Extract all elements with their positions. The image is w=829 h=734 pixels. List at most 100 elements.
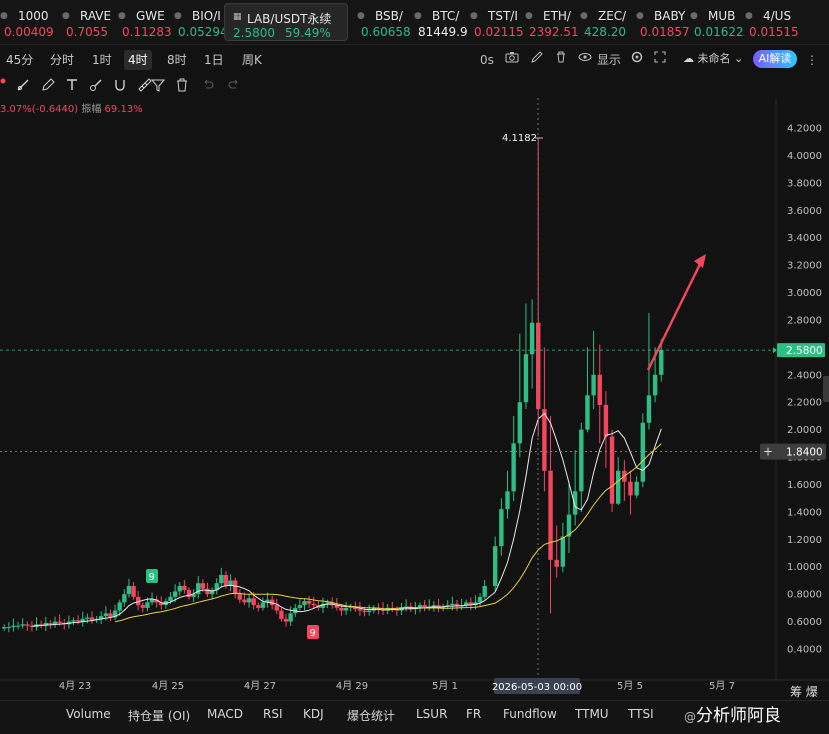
sequence-marker: 9 xyxy=(149,572,155,583)
candle-body xyxy=(25,624,30,626)
ticker-item[interactable]: ● RAVE 0.7055 xyxy=(62,3,117,41)
indicator-tab[interactable]: TTSI xyxy=(628,707,654,721)
candle-body xyxy=(477,596,483,603)
watermark-text: 分析师阿良 xyxy=(696,706,781,726)
trash-icon[interactable] xyxy=(174,77,190,93)
indicator-tab[interactable]: 爆仓统计 xyxy=(347,707,395,724)
ticker-name: RAVE xyxy=(80,9,112,23)
ai-analysis-button[interactable]: AI解读 xyxy=(753,50,797,68)
star-icon[interactable]: ● xyxy=(580,11,588,21)
interval-tab[interactable]: 8时 xyxy=(163,50,191,70)
fullscreen-icon[interactable] xyxy=(653,50,667,70)
indicator-tab[interactable]: Fundflow xyxy=(503,707,557,721)
y-tick-label: 2.2000 xyxy=(787,398,822,409)
ticker-item[interactable]: ● ZEC/428.20 xyxy=(580,3,634,41)
y-tick-label: 1.6000 xyxy=(787,480,822,491)
text-tool-icon[interactable] xyxy=(64,77,80,93)
drawing-toolbar xyxy=(0,74,829,98)
edit-icon[interactable] xyxy=(530,50,544,70)
ticker-price: 0.00409 xyxy=(4,25,54,39)
star-icon[interactable]: ● xyxy=(174,11,182,21)
cloud-icon: ☁ xyxy=(683,52,694,65)
chart-side-tools[interactable]: 筹 爆 xyxy=(790,683,818,700)
brush-tool-icon[interactable] xyxy=(88,77,104,93)
star-icon[interactable]: ● xyxy=(690,11,698,21)
layout-name: 未命名 xyxy=(697,52,731,65)
star-icon[interactable]: ● xyxy=(636,11,644,21)
indicator-tab[interactable]: Volume xyxy=(66,707,111,721)
candle-body xyxy=(2,627,7,629)
candle-body xyxy=(523,354,529,403)
pair-icon: ▦ xyxy=(233,12,242,22)
undo-icon[interactable] xyxy=(200,77,216,93)
eye-icon[interactable] xyxy=(578,50,592,70)
interval-tab[interactable]: 45分 xyxy=(2,50,37,70)
candle-body xyxy=(126,585,132,595)
delete-icon[interactable] xyxy=(554,50,568,70)
indicator-tab[interactable]: FR xyxy=(466,707,481,721)
indicator-tab[interactable]: RSI xyxy=(263,707,283,721)
candle-body xyxy=(603,404,609,437)
ticker-price: 81449.9 xyxy=(418,25,468,39)
y-tick-label: 3.6000 xyxy=(787,206,822,217)
indicator-tab[interactable]: LSUR xyxy=(416,707,447,721)
ticker-name: 1000 xyxy=(18,9,49,23)
ticker-item[interactable]: ● BSB/0.60658 xyxy=(357,3,412,41)
crosshair-tool-icon[interactable] xyxy=(0,77,16,93)
interval-tab[interactable]: 周K xyxy=(238,50,266,70)
ticker-item[interactable]: LAB/USDT永续 2.5800 59.49% ▦ xyxy=(224,3,348,41)
interval-tab[interactable]: 1日 xyxy=(200,50,228,70)
ticker-item[interactable]: ● ETH/2392.51 xyxy=(525,3,579,41)
display-toggle[interactable]: 显示 xyxy=(597,50,621,70)
more-icon[interactable]: ⋮ xyxy=(806,50,818,70)
interval-tab[interactable]: 4时 xyxy=(124,50,152,70)
magnet-tool-icon[interactable] xyxy=(112,77,128,93)
candle-body xyxy=(542,409,547,471)
candle-body xyxy=(554,559,559,567)
ticker-item[interactable]: ● 1000 0.00409 xyxy=(0,3,60,41)
indicator-tab[interactable]: MACD xyxy=(207,707,243,721)
ticker-item[interactable]: ● MUB 0.01622 xyxy=(690,3,744,41)
line-tool-icon[interactable] xyxy=(15,77,31,93)
ticker-item[interactable]: ● TST/I 0.02115 xyxy=(470,3,524,41)
pen-tool-icon[interactable] xyxy=(40,77,56,93)
camera-icon[interactable] xyxy=(505,50,519,70)
ticker-price: 2.5800 xyxy=(233,26,275,40)
candle-body xyxy=(251,598,256,606)
star-icon[interactable]: ● xyxy=(0,11,8,21)
indicator-tab[interactable]: 持仓量 (OI) xyxy=(128,707,190,724)
interval-tab[interactable]: 分时 xyxy=(46,50,78,70)
candle-body xyxy=(560,536,566,567)
star-icon[interactable]: ● xyxy=(470,11,478,21)
candle-body xyxy=(628,481,633,496)
filter-icon[interactable] xyxy=(150,77,166,93)
ticker-item[interactable]: ● BTC/81449.9 xyxy=(414,3,469,41)
indicator-tab[interactable]: KDJ xyxy=(303,707,324,721)
star-icon[interactable]: ● xyxy=(62,11,70,21)
candle-body xyxy=(75,620,81,622)
y-tick-label: 0.4000 xyxy=(787,645,822,656)
indicator-tab[interactable]: TTMU xyxy=(575,707,609,721)
star-icon[interactable]: ● xyxy=(525,11,533,21)
watermark-at: @ xyxy=(684,710,696,724)
interval-tab[interactable]: 1时 xyxy=(88,50,116,70)
settings-icon[interactable] xyxy=(630,50,644,70)
redo-icon[interactable] xyxy=(226,77,242,93)
ticker-item[interactable]: ● BIO/I 0.05294 xyxy=(174,3,228,41)
ticker-name: 4/US xyxy=(763,9,792,23)
ticker-item[interactable]: ● BABY 0.01857 xyxy=(636,3,690,41)
star-icon[interactable]: ● xyxy=(357,11,365,21)
ticker-item[interactable]: ● GWE 0.11283 xyxy=(118,3,173,41)
candle-body xyxy=(182,585,187,591)
candle-body xyxy=(572,491,578,515)
countdown-label: 0s xyxy=(480,53,494,67)
side-panel-handle[interactable] xyxy=(823,376,829,402)
y-tick-label: 3.2000 xyxy=(787,261,822,272)
star-icon[interactable]: ● xyxy=(118,11,126,21)
star-icon[interactable]: ● xyxy=(745,11,753,21)
layout-selector[interactable]: ☁ 未命名 ⌄ xyxy=(683,50,743,68)
star-icon[interactable]: ● xyxy=(414,11,422,21)
candlestick-chart[interactable]: 4.2000 4.0000 3.8000 3.6000 3.4000 3.2000 3.00… xyxy=(0,98,829,698)
candle-body xyxy=(362,610,367,612)
ticker-item[interactable]: ● 4/US 0.01515 xyxy=(745,3,805,41)
